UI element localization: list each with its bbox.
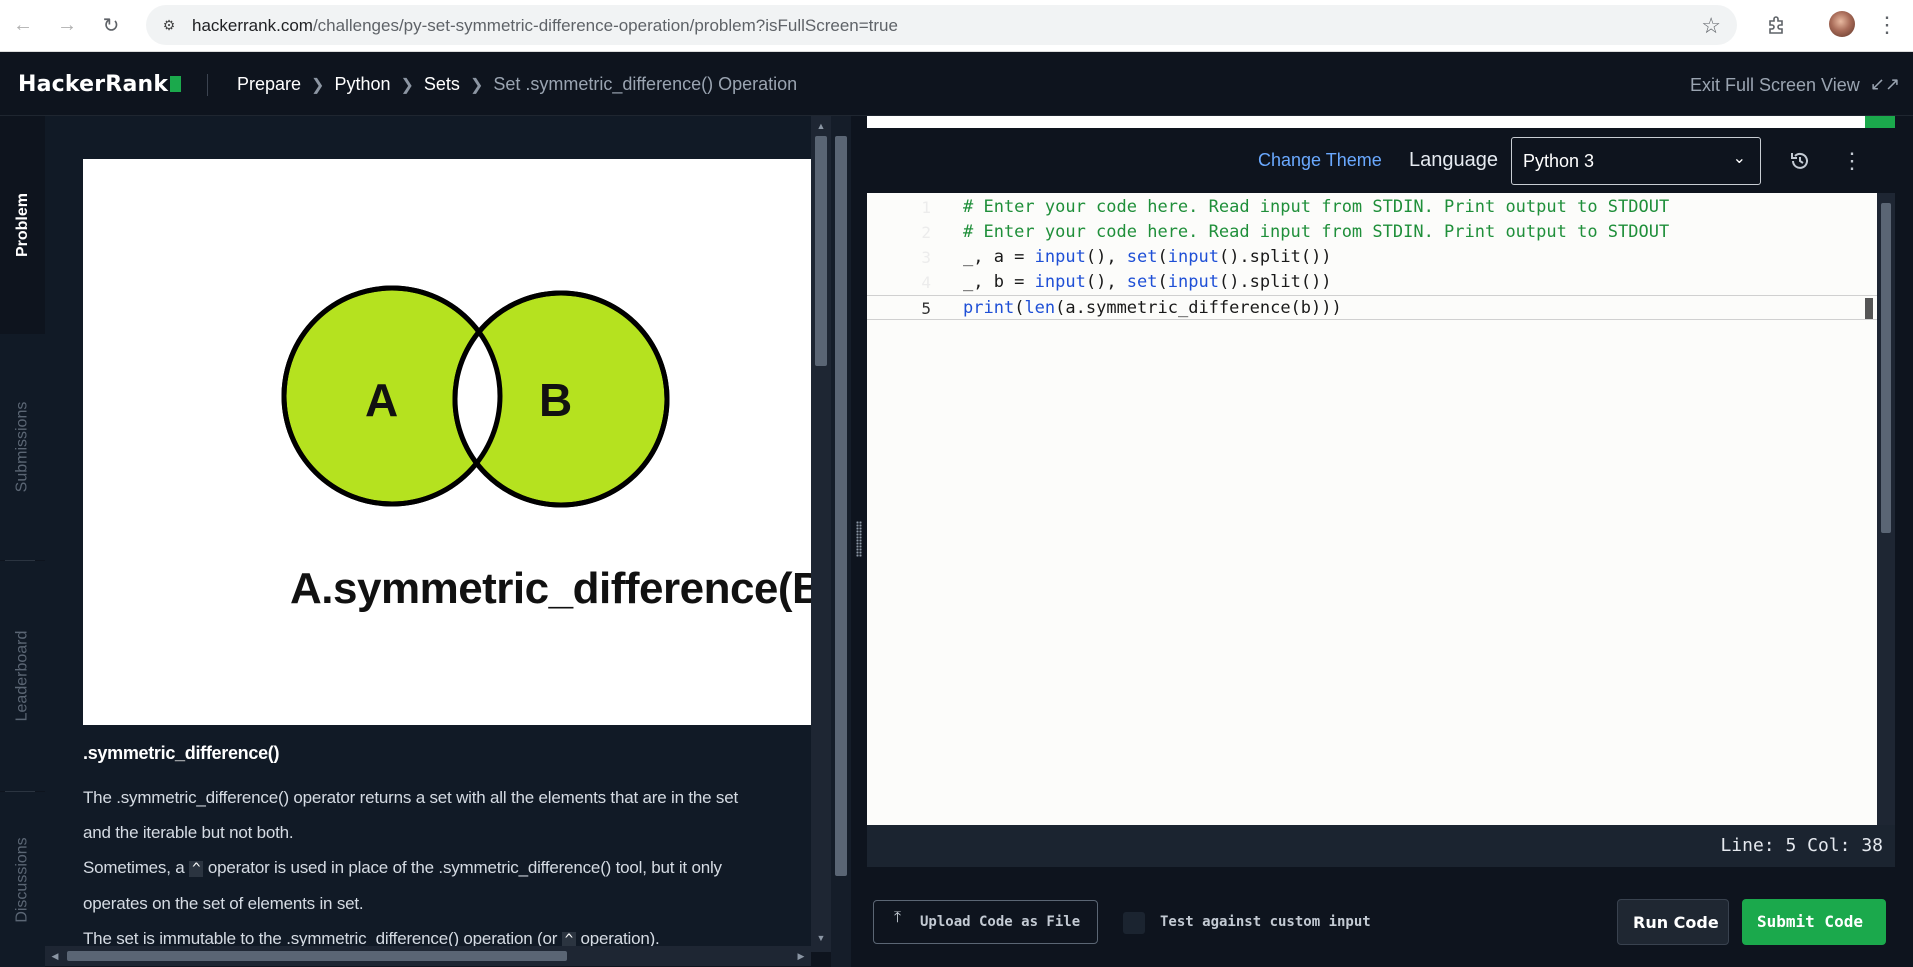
breadcrumb: Prepare ❯ Python ❯ Sets ❯ Set .symmetric… <box>237 74 797 95</box>
inline-code: ^ <box>189 861 204 877</box>
bookmark-star-icon[interactable]: ☆ <box>1701 13 1721 39</box>
editor-progress-bar <box>867 116 1895 128</box>
set-a-label: A <box>365 374 398 426</box>
tab-problem[interactable]: Problem <box>0 116 45 334</box>
drag-grip-icon[interactable] <box>856 521 862 557</box>
pane-resize-handle[interactable] <box>851 116 867 967</box>
scroll-left-icon[interactable]: ◀ <box>49 950 61 962</box>
back-arrow-icon[interactable]: ← <box>8 10 38 40</box>
reset-code-icon[interactable] <box>1786 147 1814 175</box>
change-theme-link[interactable]: Change Theme <box>1258 150 1382 171</box>
run-code-button[interactable]: Run Code <box>1617 899 1729 945</box>
tab-submissions[interactable]: Submissions <box>0 334 45 560</box>
editor-status-bar: Line: 5 Col: 38 <box>867 825 1895 867</box>
paragraph-line: Sometimes, a ^ operator is used in place… <box>83 858 722 877</box>
code-text[interactable]: _, b = input(), set(input().split()) <box>963 270 1332 295</box>
code-text[interactable]: print(len(a.symmetric_difference(b))) <box>963 296 1342 321</box>
reload-icon[interactable]: ↻ <box>96 10 126 40</box>
paragraph-line: The .symmetric_difference() operator ret… <box>83 788 738 807</box>
extensions-puzzle-icon[interactable] <box>1761 10 1791 40</box>
scroll-up-icon[interactable]: ▲ <box>815 120 827 132</box>
upload-code-button[interactable]: ⤒ Upload Code as File <box>873 900 1098 944</box>
more-options-icon[interactable]: ⋮ <box>1841 147 1863 175</box>
chevron-right-icon: ❯ <box>400 76 414 94</box>
code-line[interactable]: 2 # Enter your code here. Read input from… <box>867 220 1877 245</box>
editor-toolbar: Change Theme Language Python 3 ⌄ ⋮ <box>867 128 1895 193</box>
exit-fullscreen-link[interactable]: Exit Full Screen View <box>1690 75 1860 96</box>
editor-vertical-scrollbar[interactable] <box>1877 193 1895 825</box>
url-text[interactable]: hackerrank.com/challenges/py-set-symmetr… <box>192 16 898 36</box>
side-tabs: Problem Submissions Leaderboard Discussi… <box>0 116 45 967</box>
section-title: .symmetric_difference() <box>83 743 280 763</box>
breadcrumb-sets[interactable]: Sets <box>424 74 460 95</box>
chevron-down-icon: ⌄ <box>1732 150 1746 167</box>
scrollbar-thumb[interactable] <box>815 136 827 366</box>
breadcrumb-current: Set .symmetric_difference() Operation <box>493 74 798 94</box>
chevron-right-icon: ❯ <box>469 76 484 94</box>
upload-icon: ⤒ <box>894 909 902 926</box>
browser-toolbar: ← → ↻ ⚙ hackerrank.com/challenges/py-set… <box>0 0 1913 52</box>
set-b-label: B <box>539 374 572 426</box>
line-number: 5 <box>921 299 931 318</box>
venn-diagram-image: A B A.symmetric_difference(B) or <box>83 159 811 725</box>
scrollbar-thumb[interactable] <box>835 136 847 876</box>
site-header: HackerRank Prepare ❯ Python ❯ Sets ❯ Set… <box>0 52 1913 116</box>
scroll-right-icon[interactable]: ▶ <box>795 950 807 962</box>
paragraph-line: operates on the set of elements in set. <box>83 894 364 913</box>
code-line[interactable]: 4 _, b = input(), set(input().split()) <box>867 270 1877 295</box>
header-divider <box>207 74 208 96</box>
paragraph-line: and the iterable but not both. <box>83 823 294 842</box>
line-marker <box>1865 298 1873 319</box>
breadcrumb-python[interactable]: Python <box>334 74 390 95</box>
tab-leaderboard[interactable]: Leaderboard <box>0 561 45 791</box>
line-number: 2 <box>921 223 931 242</box>
hackerrank-logo[interactable]: HackerRank <box>18 72 182 97</box>
code-text[interactable]: # Enter your code here. Read input from … <box>963 220 1669 245</box>
browser-menu-icon[interactable]: ⋮ <box>1873 10 1901 40</box>
code-line[interactable]: 3 _, a = input(), set(input().split()) <box>867 245 1877 270</box>
custom-input-label[interactable]: Test against custom input <box>1160 914 1371 930</box>
code-text[interactable]: _, a = input(), set(input().split()) <box>963 245 1332 270</box>
problem-statement: A B A.symmetric_difference(B) or .symmet… <box>45 116 811 952</box>
page-vertical-scrollbar[interactable] <box>831 116 851 967</box>
diagram-caption: A.symmetric_difference(B) or <box>290 564 811 613</box>
cursor-position: Line: 5 Col: 38 <box>1720 835 1883 856</box>
line-number: 1 <box>921 198 931 217</box>
line-number: 3 <box>921 248 931 267</box>
address-bar[interactable]: ⚙ hackerrank.com/challenges/py-set-symme… <box>146 5 1737 45</box>
profile-avatar[interactable] <box>1829 11 1855 37</box>
submit-code-button[interactable]: Submit Code <box>1742 899 1886 945</box>
scrollbar-thumb[interactable] <box>67 951 567 961</box>
line-number: 4 <box>921 273 931 292</box>
problem-vertical-scrollbar[interactable]: ▲ ▼ <box>811 116 831 952</box>
code-editor[interactable]: 1 # Enter your code here. Read input from… <box>867 193 1877 825</box>
scrollbar-thumb[interactable] <box>1881 203 1891 533</box>
chevron-right-icon: ❯ <box>311 76 325 94</box>
forward-arrow-icon[interactable]: → <box>52 10 82 40</box>
language-label: Language <box>1409 149 1498 171</box>
code-editor-panel: Change Theme Language Python 3 ⌄ ⋮ 1 # En… <box>867 116 1895 967</box>
code-line[interactable]: 1 # Enter your code here. Read input from… <box>867 195 1877 220</box>
code-line[interactable]: 5 print(len(a.symmetric_difference(b))) <box>867 295 1877 320</box>
language-select[interactable]: Python 3 ⌄ <box>1511 137 1761 185</box>
code-text[interactable]: # Enter your code here. Read input from … <box>963 195 1669 220</box>
editor-footer: ⤒ Upload Code as File Test against custo… <box>867 867 1895 967</box>
collapse-fullscreen-icon[interactable]: ↙↗ <box>1870 72 1900 96</box>
breadcrumb-prepare[interactable]: Prepare <box>237 74 301 95</box>
custom-input-checkbox[interactable] <box>1123 912 1145 934</box>
scroll-down-icon[interactable]: ▼ <box>815 932 827 944</box>
problem-horizontal-scrollbar[interactable]: ◀ ▶ <box>45 946 811 966</box>
site-settings-icon[interactable]: ⚙ <box>158 14 180 36</box>
tab-discussions[interactable]: Discussions <box>0 792 45 967</box>
